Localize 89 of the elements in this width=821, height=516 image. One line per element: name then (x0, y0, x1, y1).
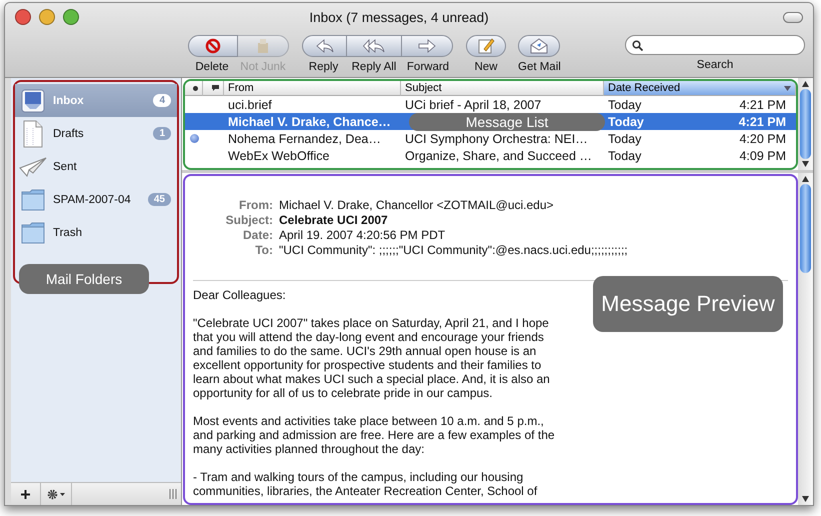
sender-cell-text: Michael V. Drake, Chance… (227, 114, 392, 130)
subject-cell-text: Organize, Share, and Succeed … (404, 148, 593, 164)
toolbar-button[interactable] (188, 35, 238, 57)
toolbar-button-label: Delete (194, 61, 230, 73)
time-cell: 4:09 PM (739, 148, 786, 162)
speech-bubble-icon (210, 84, 220, 92)
scroll-down-arrow-icon[interactable] (802, 161, 809, 167)
annotation-label-tooltip: Message List (409, 113, 605, 131)
search-icon (632, 40, 643, 50)
annotation-label: Mail Folders (19, 264, 149, 294)
unread-count: 45 (148, 193, 171, 206)
prohibited-icon (204, 38, 220, 54)
gear-icon (47, 488, 58, 500)
toolbar-button[interactable] (466, 35, 506, 57)
arrow-right-icon (418, 39, 436, 53)
toolbar-button-label: New (473, 61, 498, 73)
scroll-up-arrow-icon[interactable] (802, 81, 809, 87)
document-icon (22, 120, 44, 148)
header-label: From: (238, 198, 273, 213)
header-label: To: (254, 243, 273, 258)
scrollbar[interactable] (798, 78, 813, 170)
unread-count: 1 (153, 127, 171, 140)
folder-icon (20, 220, 46, 246)
window-title: Inbox (7 messages, 4 unread) (308, 10, 490, 24)
mailbox-item[interactable]: Trash (15, 216, 177, 249)
message-paragraph: Dear Colleagues: (193, 288, 287, 302)
inbox-tray-icon (20, 88, 46, 114)
toolbar-toggle-button[interactable] (783, 12, 803, 22)
toolbar-button-label: Reply All (350, 61, 398, 73)
toolbar-button[interactable] (518, 35, 560, 57)
message-paragraph: - Tram and walking tours of the campus, including our housing communities, libraries, the Anteater Recreation Center, School of (193, 470, 538, 498)
scrollbar[interactable] (798, 173, 813, 505)
folder-icon (20, 186, 46, 212)
sender-cell-text: uci.brief (227, 96, 273, 113)
sort-descending-icon (784, 86, 791, 90)
scroll-thumb[interactable] (800, 89, 811, 159)
mailbox-item[interactable]: Drafts 1 (15, 117, 177, 150)
double-arrow-left-icon (363, 39, 385, 53)
toolbar-button-label: Forward (406, 61, 450, 73)
header-value: "UCI Community": ;;;;;;"UCI Community":@es.nacs.uci.edu;;;;;;;;;;; (279, 243, 628, 258)
caret-icon (60, 492, 65, 496)
subject-cell-text: UCi brief - April 18, 2007 (404, 96, 542, 113)
mailbox-item[interactable]: Sent (15, 150, 177, 183)
scroll-up-arrow-icon[interactable] (802, 176, 809, 182)
column-header[interactable]: From (224, 81, 401, 96)
subject-cell-text: UCI Symphony Orchestra: NEI… (404, 130, 589, 147)
resize-grip-icon[interactable] (169, 489, 177, 499)
toolbar-button[interactable] (401, 35, 453, 57)
unread-dot-icon (190, 134, 198, 143)
message-paragraph: "Celebrate UCI 2007" takes place on Saturday, April 21, and I hope that you will attend the day-long event and encourage your friends and families to do the same. UCI's 29th annual open house is an excellent opportunity for prospective students and their families to learn about what makes UCI such a special place. And, it is also an opportunity for all of us to celebrate pride in our campus. (193, 316, 551, 400)
date-cell: Today (608, 98, 642, 112)
scroll-thumb[interactable] (800, 184, 811, 273)
plus-icon (21, 490, 30, 498)
envelope-icon (529, 38, 549, 54)
column-header[interactable]: Subject (401, 81, 604, 96)
scroll-down-arrow-icon[interactable] (802, 496, 809, 502)
annotation-label: Message Preview (593, 276, 783, 332)
mailbox-item[interactable]: SPAM-2007-04 45 (15, 183, 177, 216)
zoom-button[interactable] (63, 9, 79, 25)
unread-count: 4 (153, 94, 171, 107)
toolbar-button-label: Reply (308, 61, 340, 73)
time-cell: 4:20 PM (739, 132, 786, 146)
paper-plane-icon (19, 156, 47, 176)
date-cell: Today (608, 148, 642, 162)
search-label: Search (696, 59, 734, 71)
search-field[interactable] (625, 35, 805, 55)
message-paragraph: Most events and activities take place between 10 a.m. and 5 p.m., and parking and admission are free. Here are a few examples of the many activities planned throughout the day: (193, 414, 556, 456)
header-value: Celebrate UCI 2007 (279, 213, 388, 228)
header-label: Date: (242, 228, 273, 243)
column-header[interactable] (203, 81, 224, 96)
time-cell: 4:21 PM (739, 98, 786, 112)
date-cell: Today (608, 114, 644, 128)
column-header[interactable]: Date Received (604, 81, 796, 96)
sender-cell-text: WebEx WebOffice (227, 148, 330, 164)
minimize-button[interactable] (39, 9, 55, 25)
header-value: April 19. 2007 4:20:56 PM PDT (279, 228, 446, 243)
date-cell: Today (608, 132, 642, 146)
sender-cell-text: Nohema Fernandez, Dea… (227, 130, 382, 147)
toolbar-button-label: Get Mail (518, 61, 560, 73)
column-header[interactable] (185, 81, 203, 96)
close-button[interactable] (15, 9, 31, 25)
toolbar-button[interactable] (302, 35, 347, 57)
dot-icon (193, 86, 198, 90)
header-value: Michael V. Drake, Chancellor <ZOTMAIL@uci.edu> (279, 198, 554, 213)
note-pencil-icon (477, 37, 495, 55)
header-label: Subject: (224, 213, 273, 228)
arrow-left-icon (316, 39, 334, 53)
toolbar-button[interactable] (346, 35, 402, 57)
time-cell: 4:21 PM (738, 114, 786, 128)
